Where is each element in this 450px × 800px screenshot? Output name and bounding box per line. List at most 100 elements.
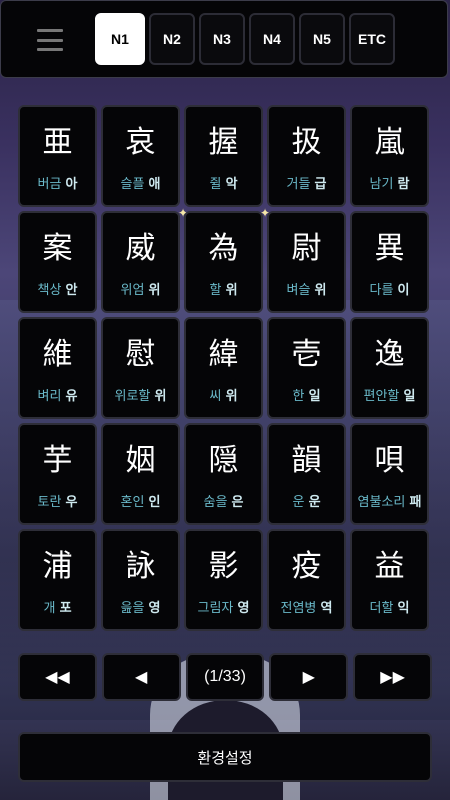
kanji-meaning: 염불소리	[357, 495, 406, 510]
kanji-sound: 급	[314, 177, 327, 192]
kanji-sound: 애	[148, 177, 161, 192]
kanji-meaning: 쥘	[209, 177, 222, 192]
kanji-card[interactable]: 慰 위로할 위	[101, 317, 180, 419]
kanji-character: 亜	[42, 125, 73, 160]
page-indicator: (1/33)	[185, 653, 265, 701]
kanji-meaning: 할	[209, 283, 222, 298]
kanji-reading: 전염병 역	[269, 601, 344, 617]
kanji-reading: 거들 급	[269, 177, 344, 193]
kanji-character: 韻	[291, 443, 322, 478]
kanji-card[interactable]: 異 다를 이	[350, 211, 429, 313]
kanji-card[interactable]: 隠 숨을 은	[184, 423, 263, 525]
kanji-reading: 편안할 일	[352, 389, 427, 405]
kanji-card[interactable]: 維 벼리 유	[18, 317, 97, 419]
kanji-meaning: 다를	[369, 283, 394, 298]
last-page-button[interactable]: ▶▶	[353, 653, 432, 701]
kanji-card[interactable]: 扱 거들 급	[267, 105, 346, 207]
kanji-character: 壱	[291, 337, 322, 372]
kanji-sound: 위	[225, 389, 238, 404]
kanji-character: 威	[125, 231, 156, 266]
kanji-meaning: 위로할	[114, 389, 151, 404]
kanji-character: 異	[374, 231, 405, 266]
kanji-card[interactable]: 影 그림자 영	[184, 529, 263, 631]
kanji-character: 慰	[125, 337, 156, 372]
kanji-character: 尉	[291, 231, 322, 266]
kanji-meaning: 더할	[369, 601, 394, 616]
tab-etc[interactable]: ETC	[349, 13, 395, 65]
kanji-meaning: 숨을	[203, 495, 228, 510]
tab-n3[interactable]: N3	[199, 13, 245, 65]
kanji-character: 疫	[291, 549, 322, 584]
kanji-character: 握	[208, 125, 239, 160]
kanji-sound: 운	[308, 495, 321, 510]
kanji-sound: 위	[154, 389, 167, 404]
first-page-button[interactable]: ◀◀	[18, 653, 97, 701]
kanji-card[interactable]: 詠 읊을 영	[101, 529, 180, 631]
kanji-reading: 그림자 영	[186, 601, 261, 617]
prev-page-button[interactable]: ◀	[101, 653, 181, 701]
kanji-meaning: 전염병	[280, 601, 317, 616]
settings-button[interactable]: 환경설정	[18, 732, 432, 782]
kanji-card[interactable]: 姻 혼인 인	[101, 423, 180, 525]
kanji-reading: 더할 익	[352, 601, 427, 617]
kanji-card[interactable]: 唄 염불소리 패	[350, 423, 429, 525]
kanji-character: 隠	[208, 443, 239, 478]
kanji-meaning: 버금	[37, 177, 62, 192]
kanji-character: 姻	[125, 443, 156, 478]
next-page-button[interactable]: ▶	[269, 653, 349, 701]
kanji-card[interactable]: 握 쥘 악	[184, 105, 263, 207]
kanji-card[interactable]: 壱 한 일	[267, 317, 346, 419]
kanji-reading: 책상 안	[20, 283, 95, 299]
kanji-reading: 버금 아	[20, 177, 95, 193]
kanji-meaning: 운	[292, 495, 305, 510]
tab-n2[interactable]: N2	[149, 13, 195, 65]
kanji-reading: 한 일	[269, 389, 344, 405]
kanji-meaning: 슬플	[120, 177, 145, 192]
kanji-sound: 안	[65, 283, 78, 298]
kanji-reading: 혼인 인	[103, 495, 178, 511]
kanji-sound: 일	[308, 389, 321, 404]
kanji-character: 芋	[42, 443, 73, 478]
kanji-meaning: 한	[292, 389, 305, 404]
kanji-reading: 숨을 은	[186, 495, 261, 511]
kanji-reading: 씨 위	[186, 389, 261, 405]
kanji-card[interactable]: 疫 전염병 역	[267, 529, 346, 631]
kanji-meaning: 편안할	[363, 389, 400, 404]
kanji-card[interactable]: 逸 편안할 일	[350, 317, 429, 419]
hamburger-menu-icon[interactable]	[37, 29, 63, 51]
kanji-card[interactable]: 浦 개 포	[18, 529, 97, 631]
kanji-card[interactable]: 益 더할 익	[350, 529, 429, 631]
kanji-card[interactable]: 尉 벼슬 위	[267, 211, 346, 313]
tab-n4[interactable]: N4	[249, 13, 295, 65]
kanji-meaning: 책상	[37, 283, 62, 298]
kanji-reading: 개 포	[20, 601, 95, 617]
kanji-character: 嵐	[374, 125, 405, 160]
tab-n1[interactable]: N1	[95, 13, 145, 65]
tab-n5[interactable]: N5	[299, 13, 345, 65]
kanji-sound: 일	[403, 389, 416, 404]
kanji-card[interactable]: 亜 버금 아	[18, 105, 97, 207]
kanji-character: 浦	[42, 549, 73, 584]
kanji-sound: 악	[225, 177, 238, 192]
kanji-card[interactable]: 哀 슬플 애	[101, 105, 180, 207]
kanji-sound: 영	[237, 601, 250, 616]
kanji-card[interactable]: 芋 토란 우	[18, 423, 97, 525]
kanji-character: 案	[42, 231, 73, 266]
kanji-meaning: 읊을	[120, 601, 145, 616]
kanji-card[interactable]: 嵐 남기 람	[350, 105, 429, 207]
kanji-card[interactable]: 案 책상 안	[18, 211, 97, 313]
kanji-reading: 벼슬 위	[269, 283, 344, 299]
kanji-card[interactable]: 韻 운 운	[267, 423, 346, 525]
kanji-character: 詠	[125, 549, 156, 584]
kanji-character: 維	[42, 337, 73, 372]
kanji-card[interactable]: 威 위엄 위	[101, 211, 180, 313]
pagination: ◀◀ ◀ (1/33) ▶ ▶▶	[18, 653, 432, 701]
kanji-meaning: 남기	[369, 177, 394, 192]
kanji-reading: 슬플 애	[103, 177, 178, 193]
kanji-meaning: 벼리	[37, 389, 62, 404]
kanji-reading: 벼리 유	[20, 389, 95, 405]
kanji-reading: 할 위	[186, 283, 261, 299]
kanji-card[interactable]: 為 할 위	[184, 211, 263, 313]
kanji-card[interactable]: 緯 씨 위	[184, 317, 263, 419]
kanji-sound: 아	[65, 177, 78, 192]
